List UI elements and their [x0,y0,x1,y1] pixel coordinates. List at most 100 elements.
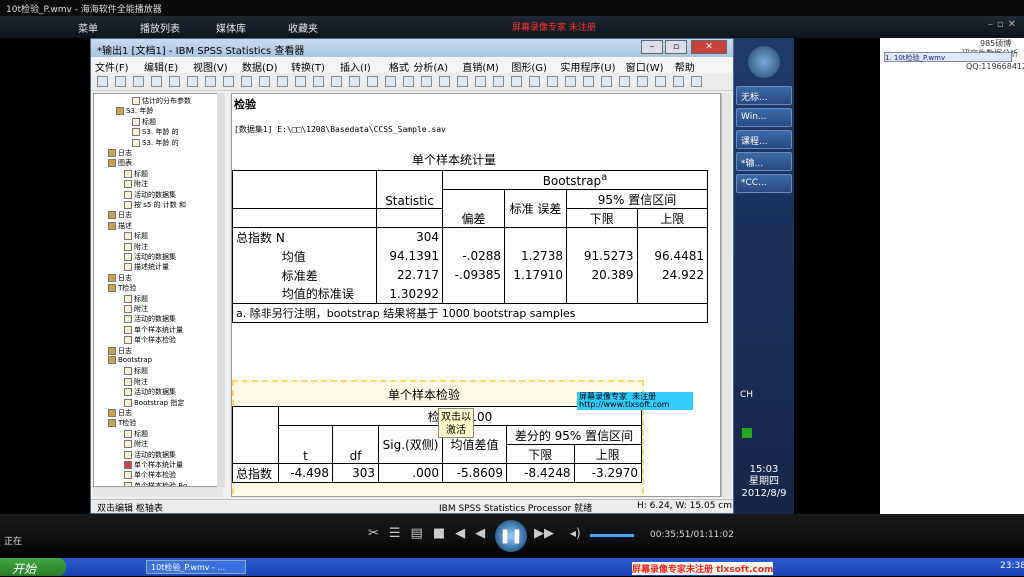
close-button[interactable]: ✕ [691,40,727,54]
toolbar-icon[interactable] [187,76,198,87]
nav-item[interactable]: 标题 [124,366,148,376]
toolbar-icon[interactable] [673,76,684,87]
toolbar-icon[interactable] [511,76,522,87]
spss-menu-0[interactable]: 文件(F) [95,59,129,74]
nav-item[interactable]: T检验 [108,418,136,428]
navigator-scrollbar[interactable] [217,93,225,487]
nav-item[interactable]: 日志 [108,273,132,283]
spss-menu-9[interactable]: 图形(G) [511,59,547,74]
toolbar-icon[interactable] [205,76,216,87]
one-sample-statistics-table[interactable]: Statistic Bootstrapa 偏差 标准 误差 95% 置信区间 下… [232,170,708,323]
nav-item[interactable]: 附注 [124,179,148,189]
ime-indicator[interactable]: CH [740,390,753,400]
spss-menu-3[interactable]: 数据(D) [242,59,278,74]
toolbar-icon[interactable] [439,76,450,87]
task-button[interactable]: *CC... [736,174,792,193]
nav-item[interactable]: T检验 [108,283,136,293]
volume-icon[interactable]: ◂) [570,526,581,540]
toolbar-icon[interactable] [169,76,180,87]
spss-menu-4[interactable]: 转换(T) [291,59,325,74]
nav-item[interactable]: 单个样本检验 [124,470,176,480]
task-button[interactable]: 课程... [736,130,792,149]
menu-main[interactable]: 菜单 [78,20,98,35]
next-button[interactable]: ▶▶ [534,526,554,541]
spss-menu-2[interactable]: 视图(V) [193,59,228,74]
toolbar-icon[interactable] [691,76,702,87]
toolbar-icon[interactable] [331,76,342,87]
nav-item[interactable]: 附注 [124,242,148,252]
one-sample-test-table[interactable]: 检验 = 100 t df Sig.(双侧) 均值差值 差分的 95% 置信区间… [232,406,642,483]
toolbar-icon[interactable] [115,76,126,87]
nav-item[interactable]: 描述 [108,221,132,231]
toolbar-icon[interactable] [619,76,630,87]
toolbar-icon[interactable] [529,76,540,87]
nav-item[interactable]: 附注 [124,304,148,314]
nav-item[interactable]: 描述统计量 [124,262,169,272]
toolbar-icon[interactable] [475,76,486,87]
toolbar-icon[interactable] [223,76,234,87]
nav-item[interactable]: 活动的数据集 [124,314,176,324]
toolbar-icon[interactable] [367,76,378,87]
toolbar-icon[interactable] [133,76,144,87]
nav-item[interactable]: 图表 [108,158,132,168]
player-buttons[interactable]: ✂☰▤■◀◀ [368,526,495,541]
toolbar-icon[interactable] [547,76,558,87]
nav-item[interactable]: 活动的数据集 [124,387,176,397]
toolbar-icon[interactable] [385,76,396,87]
toolbar-icon[interactable] [457,76,468,87]
nav-item[interactable]: 标题 [124,231,148,241]
spss-menu-12[interactable]: 帮助 [675,59,695,74]
nav-item[interactable]: 日志 [108,148,132,158]
content-scrollbar[interactable] [721,93,731,497]
spss-menu-1[interactable]: 编辑(E) [144,59,178,74]
maximize-button[interactable]: ▫ [665,40,687,54]
nav-item[interactable]: 活动的数据集 [124,190,176,200]
pause-button[interactable]: ❚❚ [495,520,527,552]
playlist-item[interactable]: 1. 10t检验_P.wmv [884,52,1012,62]
nav-item[interactable]: 标题 [132,117,156,127]
spss-menu-8[interactable]: 直销(M) [462,59,498,74]
toolbar-icon[interactable] [583,76,594,87]
taskbar-item[interactable]: 10t检验_P.wmv - ... [146,560,246,574]
nav-item[interactable]: 活动的数据集 [124,252,176,262]
nav-item[interactable]: 活动的数据集 [124,450,176,460]
toolbar-icon[interactable] [313,76,324,87]
start-button[interactable]: 开始 [0,558,66,576]
toolbar-icon[interactable] [295,76,306,87]
nav-item[interactable]: 日志 [108,346,132,356]
toolbar-icon[interactable] [421,76,432,87]
nav-item[interactable]: Bootstrap [108,356,152,364]
nav-item[interactable]: 估计的分布参数 [132,96,191,106]
tray-icon[interactable] [742,428,752,438]
volume-slider[interactable] [590,534,634,537]
toolbar-icon[interactable] [565,76,576,87]
task-button[interactable]: Win... [736,108,792,127]
toolbar-icon[interactable] [655,76,666,87]
toolbar-icon[interactable] [97,76,108,87]
spss-menu-7[interactable]: 分析(A) [413,59,448,74]
window-controls[interactable]: –▫✕ [988,19,1020,30]
toolbar-icon[interactable] [493,76,504,87]
task-button[interactable]: 无标... [736,86,792,105]
toolbar-icon[interactable] [277,76,288,87]
menu-favorites[interactable]: 收藏夹 [288,20,318,35]
nav-item[interactable]: 按 s5 的 计数 和 [124,200,186,210]
minimize-button[interactable]: – [641,40,663,54]
menu-library[interactable]: 媒体库 [216,20,246,35]
toolbar-icon[interactable] [637,76,648,87]
toolbar-icon[interactable] [241,76,252,87]
toolbar-icon[interactable] [349,76,360,87]
windows-orb-icon[interactable] [748,46,780,78]
spss-menu-10[interactable]: 实用程序(U) [560,59,615,74]
task-button[interactable]: *输... [736,152,792,171]
nav-item[interactable]: 标题 [124,429,148,439]
nav-item[interactable]: 日志 [108,408,132,418]
nav-item[interactable]: 日志 [108,210,132,220]
nav-item[interactable]: 标题 [124,169,148,179]
nav-item[interactable]: 单个样本检验 [124,335,176,345]
nav-item[interactable]: 单个样本统计量 [124,460,183,470]
toolbar-icon[interactable] [601,76,612,87]
nav-item[interactable]: 单个样本统计量 [124,325,183,335]
nav-item[interactable]: S3. 年龄 [116,106,153,116]
nav-item[interactable]: Bootstrap 指定 [124,398,184,408]
